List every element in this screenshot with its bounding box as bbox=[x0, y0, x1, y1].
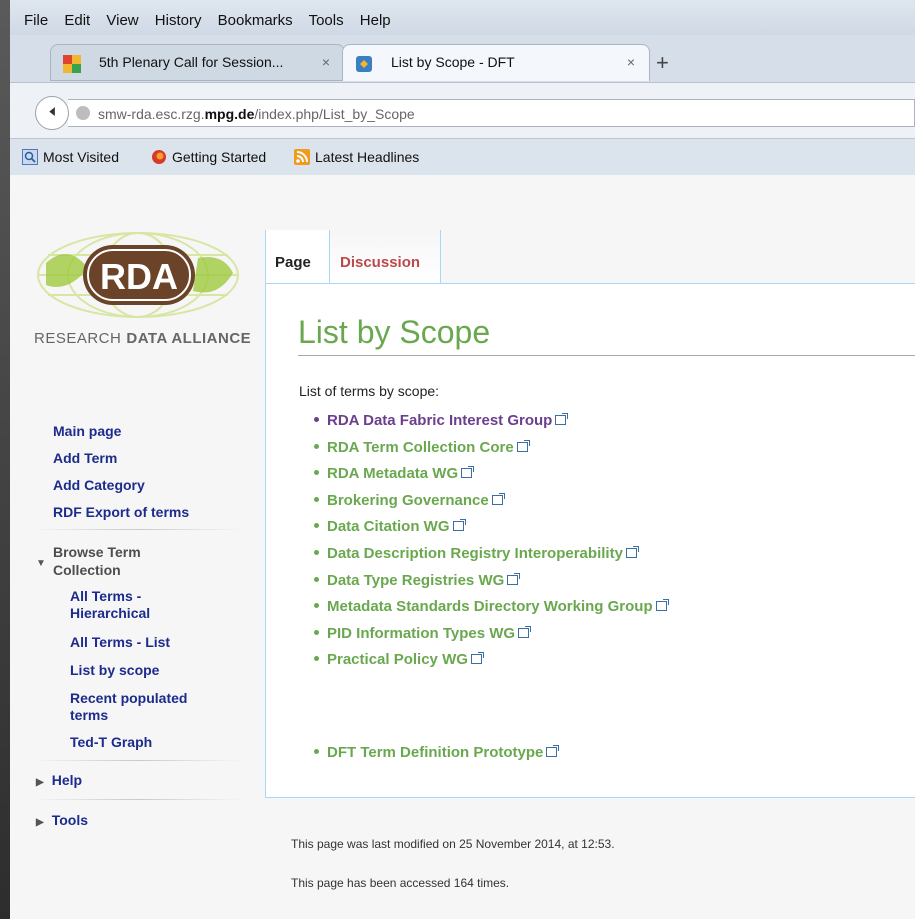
external-link-icon bbox=[555, 413, 569, 425]
bullet-icon bbox=[314, 629, 319, 635]
sidebar-item-ted-t-graph[interactable]: Ted-T Graph bbox=[70, 734, 152, 751]
term-link[interactable]: RDA Term Collection Core bbox=[314, 439, 667, 466]
firefox-icon bbox=[152, 150, 166, 164]
sidebar-navigation: Main page Add Term Add Category RDF Expo… bbox=[53, 423, 189, 531]
tab-label: 5th Plenary Call for Session... bbox=[99, 54, 284, 70]
bookmarks-toolbar: Most Visited Getting Started Latest Head… bbox=[10, 138, 915, 175]
help-toggle[interactable]: ▶ Help bbox=[36, 772, 82, 788]
sidebar-divider bbox=[32, 529, 242, 530]
bullet-icon bbox=[314, 443, 319, 449]
sidebar-divider bbox=[32, 760, 242, 761]
most-visited-icon bbox=[22, 149, 38, 165]
external-link-icon bbox=[491, 492, 505, 505]
content-area: List by Scope List of terms by scope: RD… bbox=[265, 283, 915, 798]
term-link[interactable]: RDA Metadata WG bbox=[314, 465, 667, 492]
rda-logo[interactable]: RDA RESEARCH DATA ALLIANCE bbox=[28, 223, 253, 353]
title-divider bbox=[298, 355, 915, 356]
back-arrow-icon[interactable]: 🢐 bbox=[35, 96, 69, 130]
collapsed-triangle-icon: ▶ bbox=[36, 777, 44, 788]
external-link-icon bbox=[470, 652, 484, 665]
bullet-icon bbox=[314, 470, 319, 476]
external-link-icon bbox=[461, 466, 475, 479]
menu-bar: File Edit View History Bookmarks Tools H… bbox=[10, 0, 915, 35]
sidebar-item-recent-populated-terms[interactable]: Recent populated terms bbox=[70, 690, 220, 724]
menu-help[interactable]: Help bbox=[360, 12, 391, 29]
collapsed-triangle-icon: ▶ bbox=[36, 817, 44, 828]
tools-toggle[interactable]: ▶ Tools bbox=[36, 812, 88, 828]
external-link-icon bbox=[655, 599, 669, 612]
bullet-icon bbox=[314, 603, 319, 609]
term-link[interactable]: RDA Data Fabric Interest Group bbox=[314, 412, 667, 439]
bullet-icon bbox=[314, 576, 319, 582]
navigation-bar: smw-rda.esc.rzg.mpg.de/index.php/List_by… bbox=[10, 82, 915, 139]
url-text: smw-rda.esc.rzg.mpg.de/index.php/List_by… bbox=[98, 106, 415, 122]
term-link-prototype[interactable]: DFT Term Definition Prototype bbox=[314, 744, 560, 761]
expanded-triangle-icon: ▼ bbox=[36, 558, 46, 569]
external-link-icon bbox=[507, 572, 521, 585]
term-link[interactable]: Data Citation WG bbox=[314, 518, 667, 545]
term-link[interactable]: PID Information Types WG bbox=[314, 625, 667, 652]
term-link[interactable]: Brokering Governance bbox=[314, 492, 667, 519]
menu-history[interactable]: History bbox=[155, 12, 202, 29]
term-link[interactable]: Practical Policy WG bbox=[314, 651, 667, 678]
tab-page[interactable]: Page bbox=[265, 230, 329, 283]
window-left-edge bbox=[0, 0, 10, 919]
rss-icon bbox=[294, 149, 310, 165]
tab-discussion[interactable]: Discussion bbox=[329, 230, 441, 283]
menu-tools[interactable]: Tools bbox=[309, 12, 344, 29]
term-link[interactable]: Data Type Registries WG bbox=[314, 572, 667, 599]
sidebar-item-all-terms-hierarchical[interactable]: All Terms - Hierarchical bbox=[70, 588, 220, 622]
browse-term-collection-toggle[interactable]: ▼ Browse Term Collection bbox=[36, 543, 186, 579]
menu-edit[interactable]: Edit bbox=[64, 12, 90, 29]
url-bar[interactable]: smw-rda.esc.rzg.mpg.de/index.php/List_by… bbox=[68, 99, 915, 127]
svg-text:RDA: RDA bbox=[100, 256, 178, 297]
bullet-icon bbox=[314, 549, 319, 555]
bullet-icon bbox=[314, 496, 319, 502]
external-link-icon bbox=[516, 439, 530, 452]
rda-favicon-icon bbox=[63, 55, 81, 73]
external-link-icon bbox=[625, 545, 639, 558]
bullet-icon bbox=[314, 656, 319, 662]
globe-icon bbox=[76, 106, 90, 120]
external-link-icon bbox=[546, 745, 560, 757]
external-link-icon bbox=[452, 519, 466, 532]
sidebar-item-main-page[interactable]: Main page bbox=[53, 423, 189, 450]
terms-list: RDA Data Fabric Interest Group RDA Term … bbox=[314, 412, 669, 678]
bookmark-most-visited[interactable]: Most Visited bbox=[22, 149, 119, 165]
rda-globe-logo-icon: RDA RESEARCH DATA ALLIANCE bbox=[34, 232, 251, 347]
new-tab-button[interactable]: + bbox=[656, 50, 669, 76]
bookmark-getting-started[interactable]: Getting Started bbox=[151, 149, 266, 165]
menu-file[interactable]: File bbox=[24, 12, 48, 29]
sidebar-item-add-term[interactable]: Add Term bbox=[53, 450, 189, 477]
close-tab-icon[interactable]: × bbox=[627, 54, 635, 70]
intro-text: List of terms by scope: bbox=[299, 383, 440, 399]
term-link[interactable]: Metadata Standards Directory Working Gro… bbox=[314, 598, 669, 625]
close-tab-icon[interactable]: × bbox=[322, 54, 330, 70]
external-link-icon bbox=[518, 625, 532, 638]
sidebar-divider bbox=[32, 799, 242, 800]
browser-chrome: File Edit View History Bookmarks Tools H… bbox=[10, 0, 915, 175]
menu-bookmarks[interactable]: Bookmarks bbox=[218, 12, 293, 29]
bullet-icon bbox=[314, 749, 319, 754]
term-link[interactable]: Data Description Registry Interoperabili… bbox=[314, 545, 667, 572]
bullet-icon bbox=[314, 523, 319, 529]
wiki-favicon-icon bbox=[356, 56, 372, 72]
menu-view[interactable]: View bbox=[106, 12, 138, 29]
page-title: List by Scope bbox=[298, 314, 491, 350]
sidebar-item-all-terms-list[interactable]: All Terms - List bbox=[70, 634, 170, 651]
tab-list-by-scope[interactable]: List by Scope - DFT × bbox=[342, 44, 650, 81]
bullet-icon bbox=[314, 417, 319, 422]
footer-last-modified: This page was last modified on 25 Novemb… bbox=[291, 837, 615, 851]
bookmark-latest-headlines[interactable]: Latest Headlines bbox=[294, 149, 419, 165]
sidebar-item-list-by-scope[interactable]: List by scope bbox=[70, 662, 159, 679]
tab-label: List by Scope - DFT bbox=[391, 54, 515, 70]
svg-text:RESEARCHDATA ALLIANCE: RESEARCH DATA ALLIANCE bbox=[34, 330, 251, 347]
sidebar-item-add-category[interactable]: Add Category bbox=[53, 477, 189, 504]
sidebar-item-rdf-export[interactable]: RDF Export of terms bbox=[53, 504, 189, 531]
footer-access-count: This page has been accessed 164 times. bbox=[291, 876, 510, 890]
wiki-page: RDA RESEARCH DATA ALLIANCE Page Discussio… bbox=[10, 175, 915, 919]
tab-plenary[interactable]: 5th Plenary Call for Session... × bbox=[50, 44, 345, 81]
